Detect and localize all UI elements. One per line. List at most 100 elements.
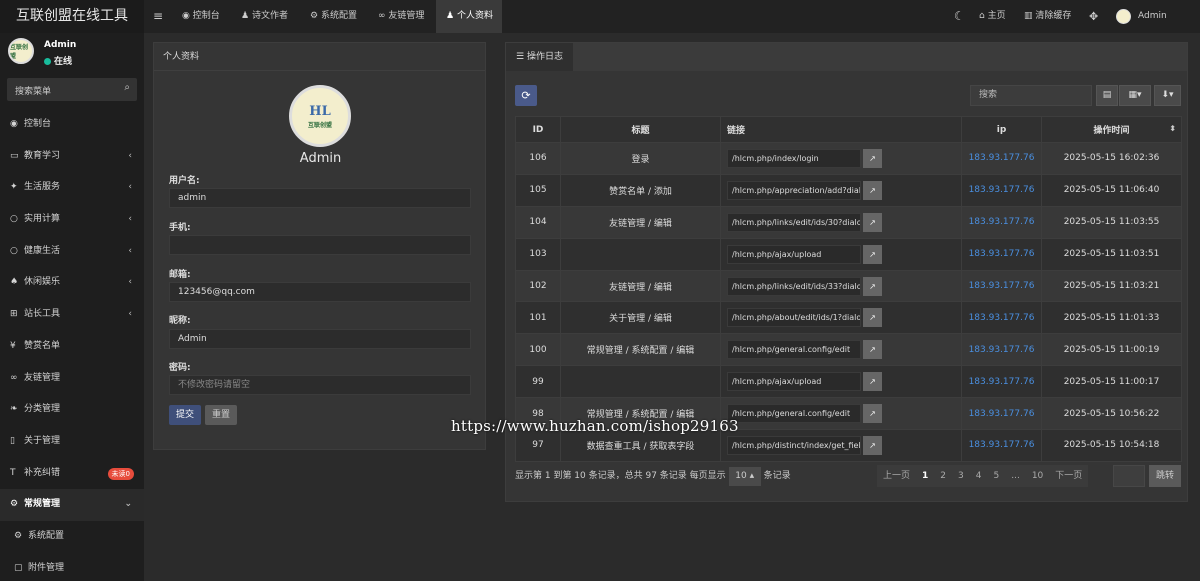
cell-ip[interactable]: 183.93.177.76 xyxy=(961,397,1042,431)
refresh-button[interactable]: ⟳ xyxy=(515,85,537,106)
sidebar-item[interactable]: ¥ 赞赏名单 xyxy=(0,331,144,363)
page-link[interactable]: 上一页 xyxy=(877,465,916,487)
column-header-url[interactable]: 链接 xyxy=(720,116,962,143)
cell-ip[interactable]: 183.93.177.76 xyxy=(961,301,1042,335)
open-link-icon[interactable]: ↗ xyxy=(863,404,882,424)
table-row[interactable]: 105 赞赏名单 / 添加/hlcm.php/appreciation/add?d… xyxy=(515,173,1182,207)
open-link-icon[interactable]: ↗ xyxy=(863,340,882,360)
sidebar-item[interactable]: ∞ 友链管理 xyxy=(0,363,144,395)
open-link-icon[interactable]: ↗ xyxy=(863,180,882,200)
open-link-icon[interactable]: ↗ xyxy=(863,212,882,232)
fullscreen-icon[interactable]: ✥ xyxy=(1089,0,1098,33)
theme-toggle-icon[interactable]: ☾ xyxy=(954,0,965,33)
column-header-title[interactable]: 标题 xyxy=(560,116,721,143)
url-field[interactable]: /hlcm.php/general.config/edit xyxy=(727,340,861,360)
cell-ip[interactable]: 183.93.177.76 xyxy=(961,237,1042,271)
table-row[interactable]: 104 友链管理 / 编辑/hlcm.php/links/edit/ids/30?… xyxy=(515,205,1182,239)
cell-ip[interactable]: 183.93.177.76 xyxy=(961,205,1042,239)
table-search-input[interactable]: 搜索 xyxy=(970,85,1092,106)
cell-ip[interactable]: 183.93.177.76 xyxy=(961,173,1042,207)
app-title[interactable]: 互联创盟在线工具 xyxy=(0,0,144,33)
jump-page-input[interactable] xyxy=(1113,465,1145,487)
password-field[interactable]: 不修改密码请留空 xyxy=(169,375,471,395)
table-row[interactable]: 103/hlcm.php/ajax/upload ↗ 183.93.177.76 20… xyxy=(515,237,1182,271)
tab-links[interactable]: ∞ 友链管理 xyxy=(368,0,435,33)
per-page-select[interactable]: 10 ▴ xyxy=(728,467,761,486)
nickname-field[interactable]: Admin xyxy=(169,329,471,349)
sidebar-item[interactable]: ❧ 分类管理 xyxy=(0,394,144,426)
page-link[interactable]: 下一页 xyxy=(1049,465,1088,487)
page-link[interactable]: 2 xyxy=(934,465,952,487)
url-field[interactable]: /hlcm.php/general.config/edit xyxy=(727,404,861,424)
page-link[interactable]: 3 xyxy=(952,465,970,487)
column-header-time[interactable]: 操作时间 ⬍ xyxy=(1041,116,1182,143)
sidebar-item[interactable]: ◉ 控制台 xyxy=(0,109,144,141)
sidebar-item[interactable]: ⊞ 站长工具 ‹ xyxy=(0,299,144,331)
sidebar-item[interactable]: ▭ 教育学习 ‹ xyxy=(0,141,144,173)
cell-ip[interactable]: 183.93.177.76 xyxy=(961,142,1042,175)
toggle-view-button[interactable]: ▤ xyxy=(1096,85,1118,106)
url-field[interactable]: /hlcm.php/index/login xyxy=(727,148,861,168)
table-row[interactable]: 100 常规管理 / 系统配置 / 编辑/hlcm.php/general.con… xyxy=(515,333,1182,367)
open-link-icon[interactable]: ↗ xyxy=(863,148,882,168)
sidebar-item[interactable]: ♠ 休闲娱乐 ‹ xyxy=(0,267,144,299)
submit-button[interactable]: 提交 xyxy=(169,405,201,425)
home-link[interactable]: ⌂ 主页 xyxy=(979,0,1006,33)
url-field[interactable]: /hlcm.php/links/edit/ids/33?dialog=1 xyxy=(727,276,861,296)
tab-operation-log[interactable]: ☰ 操作日志 xyxy=(506,43,573,71)
email-field[interactable]: 123456@qq.com xyxy=(169,282,471,302)
open-link-icon[interactable]: ↗ xyxy=(863,435,882,455)
topbar-avatar[interactable] xyxy=(1116,9,1131,24)
sidebar-item[interactable]: ○ 健康生活 ‹ xyxy=(0,236,144,268)
page-link[interactable]: 5 xyxy=(987,465,1005,487)
cell-url: /hlcm.php/appreciation/add?dialog=1↗ xyxy=(720,173,962,207)
menu-toggle-icon[interactable]: ≡ xyxy=(144,0,172,33)
url-field[interactable]: /hlcm.php/ajax/upload xyxy=(727,244,861,264)
sort-icon[interactable]: ⬍ xyxy=(1169,124,1176,133)
page-link[interactable]: 10 xyxy=(1026,465,1049,487)
sidebar-item[interactable]: ⚙ 系统配置 xyxy=(0,521,144,553)
cell-ip[interactable]: 183.93.177.76 xyxy=(961,365,1042,399)
tab-profile[interactable]: ♟ 个人资料 xyxy=(436,0,502,33)
sidebar-item[interactable]: ▯ 关于管理 xyxy=(0,426,144,458)
jump-button[interactable]: 跳转 xyxy=(1149,465,1181,487)
reset-button[interactable]: 重置 xyxy=(205,405,237,425)
sidebar-item[interactable]: ⚙ 常规管理 ⌄ xyxy=(0,489,144,521)
sidebar-search-input[interactable]: 搜索菜单 ⌕ xyxy=(7,78,137,101)
sidebar-item[interactable]: ✦ 生活服务 ‹ xyxy=(0,172,144,204)
username-field[interactable]: admin xyxy=(169,188,471,208)
cell-ip[interactable]: 183.93.177.76 xyxy=(961,269,1042,303)
table-row[interactable]: 102 友链管理 / 编辑/hlcm.php/links/edit/ids/33?… xyxy=(515,269,1182,303)
page-link[interactable]: 1 xyxy=(916,465,934,487)
open-link-icon[interactable]: ↗ xyxy=(863,308,882,328)
clear-cache-button[interactable]: ▥ 清除缓存 xyxy=(1024,0,1071,33)
url-field[interactable]: /hlcm.php/distinct/index/get_field_list xyxy=(727,435,861,455)
export-button[interactable]: ⬇▾ xyxy=(1154,85,1181,106)
url-field[interactable]: /hlcm.php/ajax/upload xyxy=(727,372,861,392)
cell-ip[interactable]: 183.93.177.76 xyxy=(961,429,1042,462)
columns-button[interactable]: ▦▾ xyxy=(1119,85,1151,106)
sidebar-item[interactable]: ▢ 附件管理 xyxy=(0,553,144,581)
url-field[interactable]: /hlcm.php/appreciation/add?dialog=1 xyxy=(727,180,861,200)
tab-dashboard[interactable]: ◉ 控制台 xyxy=(172,0,235,33)
search-icon[interactable]: ⌕ xyxy=(124,82,130,93)
profile-avatar[interactable]: HL 互联创盟 xyxy=(289,85,351,147)
url-field[interactable]: /hlcm.php/links/edit/ids/30?dialog=1 xyxy=(727,212,861,232)
sidebar-item[interactable]: T 补充纠错 未读0 xyxy=(0,458,144,490)
column-header-id[interactable]: ID xyxy=(515,116,561,143)
cell-ip[interactable]: 183.93.177.76 xyxy=(961,333,1042,367)
column-header-ip[interactable]: ip xyxy=(961,116,1042,143)
table-row[interactable]: 101 关于管理 / 编辑/hlcm.php/about/edit/ids/1?d… xyxy=(515,301,1182,335)
mobile-field[interactable] xyxy=(169,235,471,255)
open-link-icon[interactable]: ↗ xyxy=(863,372,882,392)
url-field[interactable]: /hlcm.php/about/edit/ids/1?dialog=1 xyxy=(727,308,861,328)
open-link-icon[interactable]: ↗ xyxy=(863,276,882,296)
table-row[interactable]: 99/hlcm.php/ajax/upload ↗ 183.93.177.76 202… xyxy=(515,365,1182,399)
topbar-user-name[interactable]: Admin xyxy=(1138,0,1167,33)
sidebar-item[interactable]: ○ 实用计算 ‹ xyxy=(0,204,144,236)
page-link[interactable]: 4 xyxy=(970,465,988,487)
tab-poet-author[interactable]: ♟ 诗文作者 xyxy=(235,0,300,33)
open-link-icon[interactable]: ↗ xyxy=(863,244,882,264)
tab-system-config[interactable]: ⚙ 系统配置 xyxy=(300,0,368,33)
table-row[interactable]: 106 登录/hlcm.php/index/login ↗ 183.93.177.76… xyxy=(515,142,1182,175)
